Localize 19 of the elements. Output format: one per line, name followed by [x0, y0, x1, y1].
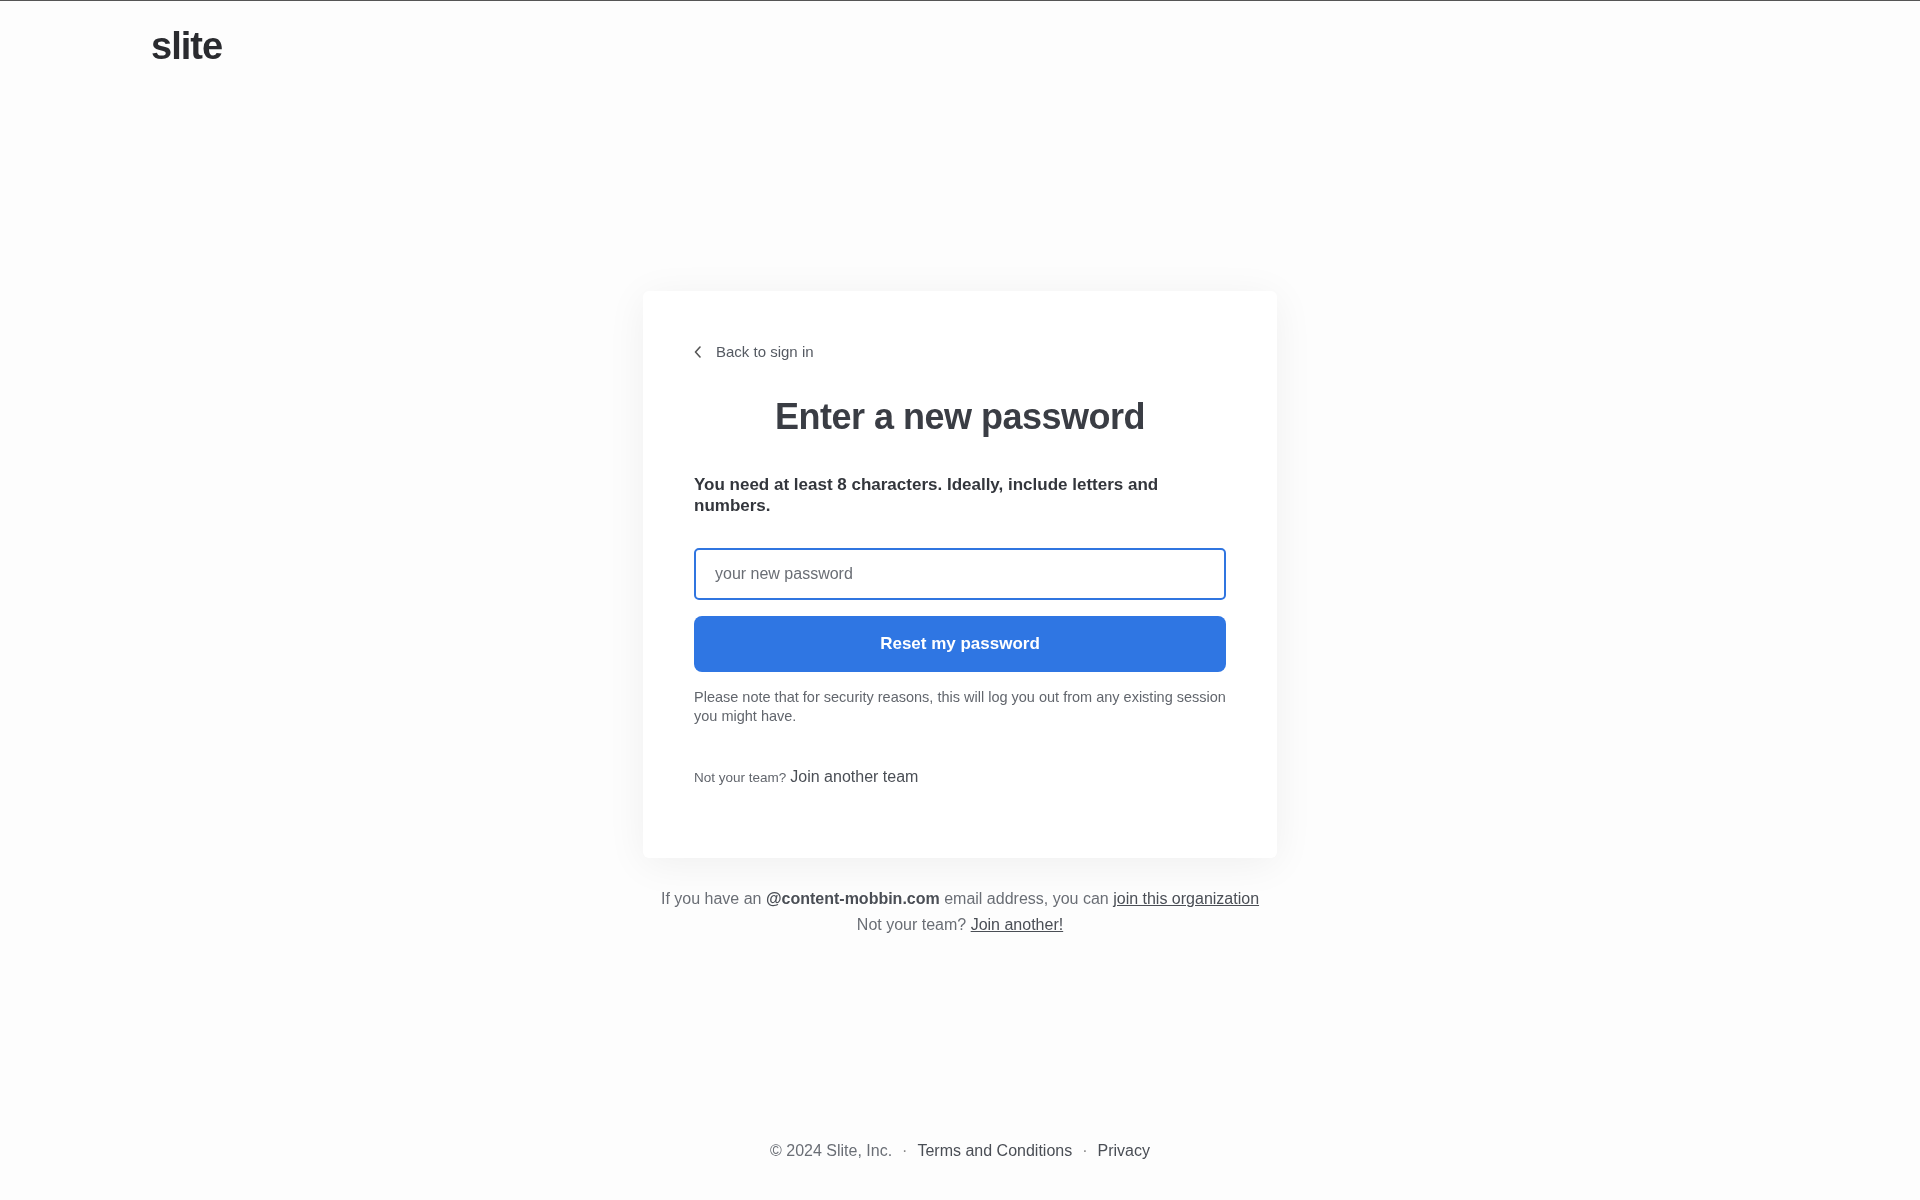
- separator-dot: ·: [902, 1142, 908, 1160]
- organization-notice: If you have an @content-mobbin.com email address, you can join this organization: [660, 890, 1260, 908]
- join-another-link[interactable]: Join another!: [970, 916, 1064, 933]
- separator-dot: ·: [1082, 1142, 1088, 1160]
- password-field[interactable]: your new password: [694, 548, 1226, 600]
- team-prompt: Not your team?: [694, 770, 787, 785]
- chevron-left-icon: [694, 345, 702, 358]
- security-note: Please note that for security reasons, this will log you out from any existing session you might have.: [694, 688, 1226, 726]
- back-link[interactable]: Back to sign in: [694, 343, 814, 360]
- page-title: Enter a new password: [773, 396, 1147, 438]
- copyright-text: © 2024 Slite, Inc.: [770, 1142, 893, 1160]
- footer-link[interactable]: Terms and Conditions: [917, 1142, 1073, 1160]
- join-organization-link[interactable]: join this organization: [1113, 890, 1260, 907]
- join-prompt: Not your team? Join another!: [856, 916, 1064, 934]
- join-team-link[interactable]: Join another team: [790, 768, 919, 786]
- reset-password-button[interactable]: Reset my password: [694, 616, 1226, 672]
- footer-link[interactable]: Privacy: [1097, 1142, 1150, 1160]
- password-requirements: You need at least 8 characters. Ideally, include letters and numbers.: [694, 474, 1160, 516]
- slite-logo[interactable]: slite: [151, 25, 223, 67]
